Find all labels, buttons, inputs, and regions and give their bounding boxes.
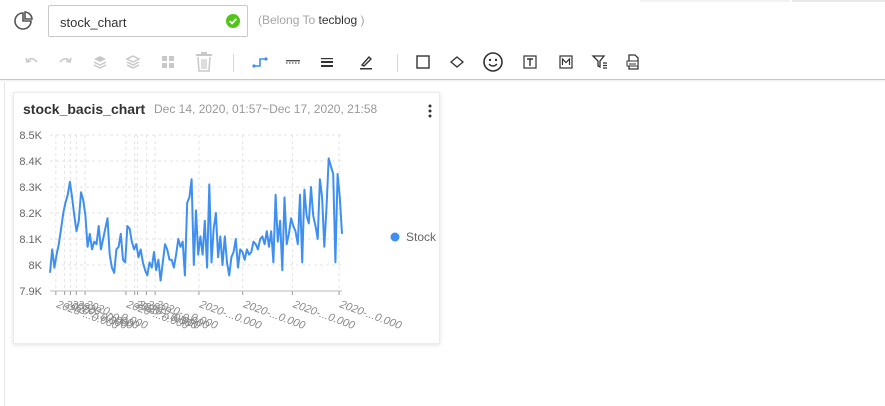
text-box-icon[interactable] [519, 51, 541, 73]
check-circle-icon [226, 14, 240, 28]
belong-suffix: ) [357, 13, 365, 27]
layer-down-icon[interactable] [122, 51, 144, 73]
y-tick-label: 7.9K [19, 286, 42, 298]
undo-icon[interactable] [21, 51, 43, 73]
trash-icon[interactable] [193, 51, 215, 73]
y-tick-label: 8.4K [19, 156, 42, 168]
series-line-stock[interactable] [49, 157, 343, 282]
page-format-icon[interactable] [622, 51, 644, 73]
belong-prefix: (Belong To [258, 13, 319, 27]
canvas-left-border [4, 82, 5, 406]
chart-name-field[interactable] [48, 5, 248, 37]
y-tick-label: 8.5K [19, 130, 42, 142]
diamond-icon[interactable] [446, 51, 468, 73]
line-chart[interactable]: 7.9K8K8.1K8.2K8.3K8.4K8.5K2020-...0.0002… [14, 123, 441, 345]
layer-up-icon[interactable] [89, 51, 111, 73]
markdown-box-icon[interactable] [555, 51, 577, 73]
chart-card[interactable]: stock_bacis_chart Dec 14, 2020, 01:57~De… [13, 92, 440, 344]
legend-marker [390, 232, 400, 242]
top-edge-strip [640, 0, 790, 2]
pie-chart-icon[interactable] [12, 10, 34, 32]
y-tick-label: 8.3K [19, 182, 42, 194]
pen-icon[interactable] [355, 51, 377, 73]
smiley-icon[interactable] [482, 51, 504, 73]
line-style-icon[interactable] [249, 51, 271, 73]
filter-icon[interactable] [589, 51, 611, 73]
grid-icon[interactable] [157, 51, 179, 73]
y-tick-label: 8.2K [19, 208, 42, 220]
rectangle-icon[interactable] [412, 51, 434, 73]
chart-card-title: stock_bacis_chart [23, 101, 146, 117]
chart-name-input[interactable] [60, 13, 210, 31]
top-bar: (Belong To tecblog ) [0, 0, 885, 42]
owner-link[interactable]: tecblog [319, 13, 358, 27]
more-options-icon[interactable] [427, 103, 433, 119]
belong-to-label: (Belong To tecblog ) [258, 13, 365, 27]
top-edge-strip [792, 0, 885, 2]
y-tick-label: 8K [29, 260, 43, 272]
redo-icon[interactable] [54, 51, 76, 73]
legend-label[interactable]: Stock [406, 230, 437, 244]
dashed-line-icon[interactable] [282, 51, 304, 73]
line-weight-icon[interactable] [316, 51, 338, 73]
y-tick-label: 8.1K [19, 234, 42, 246]
toolbar [0, 43, 885, 80]
toolbar-separator [233, 54, 234, 72]
chart-time-range: Dec 14, 2020, 01:57~Dec 17, 2020, 21:58 [154, 102, 378, 116]
toolbar-separator [397, 54, 398, 72]
